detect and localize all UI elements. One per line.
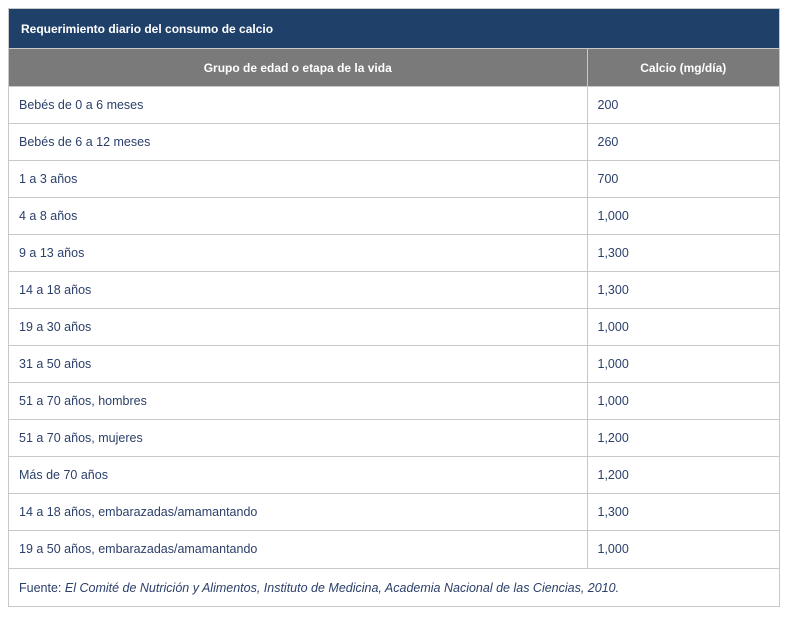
table-row: 19 a 30 años 1,000 [9, 308, 779, 346]
source-text: El Comité de Nutrición y Alimentos, Inst… [64, 580, 620, 595]
cell-age-group: 14 a 18 años, embarazadas/amamantando [9, 493, 588, 531]
cell-calcium: 1,200 [587, 419, 779, 457]
cell-calcium: 1,000 [587, 530, 779, 568]
cell-age-group: Bebés de 0 a 6 meses [9, 86, 588, 124]
cell-age-group: Más de 70 años [9, 456, 588, 494]
source-note: Fuente: El Comité de Nutrición y Aliment… [9, 567, 779, 606]
cell-calcium: 1,200 [587, 456, 779, 494]
cell-age-group: 1 a 3 años [9, 160, 588, 198]
cell-calcium: 1,000 [587, 197, 779, 235]
table-caption: Requerimiento diario del consumo de calc… [9, 9, 779, 49]
cell-age-group: 9 a 13 años [9, 234, 588, 272]
table-row: 51 a 70 años, mujeres 1,200 [9, 419, 779, 457]
cell-age-group: 51 a 70 años, mujeres [9, 419, 588, 457]
cell-age-group: 31 a 50 años [9, 345, 588, 383]
cell-age-group: 14 a 18 años [9, 271, 588, 309]
cell-age-group: 19 a 30 años [9, 308, 588, 346]
table-row: 4 a 8 años 1,000 [9, 197, 779, 235]
table-row: 14 a 18 años, embarazadas/amamantando 1,3… [9, 493, 779, 531]
cell-age-group: 4 a 8 años [9, 197, 588, 235]
cell-calcium: 1,300 [587, 271, 779, 309]
cell-calcium: 1,000 [587, 308, 779, 346]
cell-age-group: 19 a 50 años, embarazadas/amamantando [9, 530, 588, 568]
cell-age-group: Bebés de 6 a 12 meses [9, 123, 588, 161]
calcium-table: Grupo de edad o etapa de la vida Calcio … [9, 49, 779, 568]
table-row: 19 a 50 años, embarazadas/amamantando 1,0… [9, 530, 779, 568]
table-row: 14 a 18 años 1,300 [9, 271, 779, 309]
cell-calcium: 200 [587, 86, 779, 124]
cell-calcium: 260 [587, 123, 779, 161]
cell-calcium: 1,000 [587, 382, 779, 420]
table-row: 51 a 70 años, hombres 1,000 [9, 382, 779, 420]
header-age-group: Grupo de edad o etapa de la vida [9, 49, 588, 87]
cell-age-group: 51 a 70 años, hombres [9, 382, 588, 420]
table-row: Bebés de 0 a 6 meses 200 [9, 86, 779, 124]
calcium-table-container: Requerimiento diario del consumo de calc… [8, 8, 780, 607]
table-row: 31 a 50 años 1,000 [9, 345, 779, 383]
table-body: Bebés de 0 a 6 meses 200 Bebés de 6 a 12 m… [9, 86, 779, 568]
cell-calcium: 1,300 [587, 493, 779, 531]
table-row: 9 a 13 años 1,300 [9, 234, 779, 272]
cell-calcium: 1,000 [587, 345, 779, 383]
table-row: Más de 70 años 1,200 [9, 456, 779, 494]
table-header-row: Grupo de edad o etapa de la vida Calcio … [9, 49, 779, 87]
table-row: 1 a 3 años 700 [9, 160, 779, 198]
header-calcium: Calcio (mg/día) [587, 49, 779, 87]
table-row: Bebés de 6 a 12 meses 260 [9, 123, 779, 161]
source-label: Fuente: [19, 580, 65, 595]
cell-calcium: 1,300 [587, 234, 779, 272]
cell-calcium: 700 [587, 160, 779, 198]
